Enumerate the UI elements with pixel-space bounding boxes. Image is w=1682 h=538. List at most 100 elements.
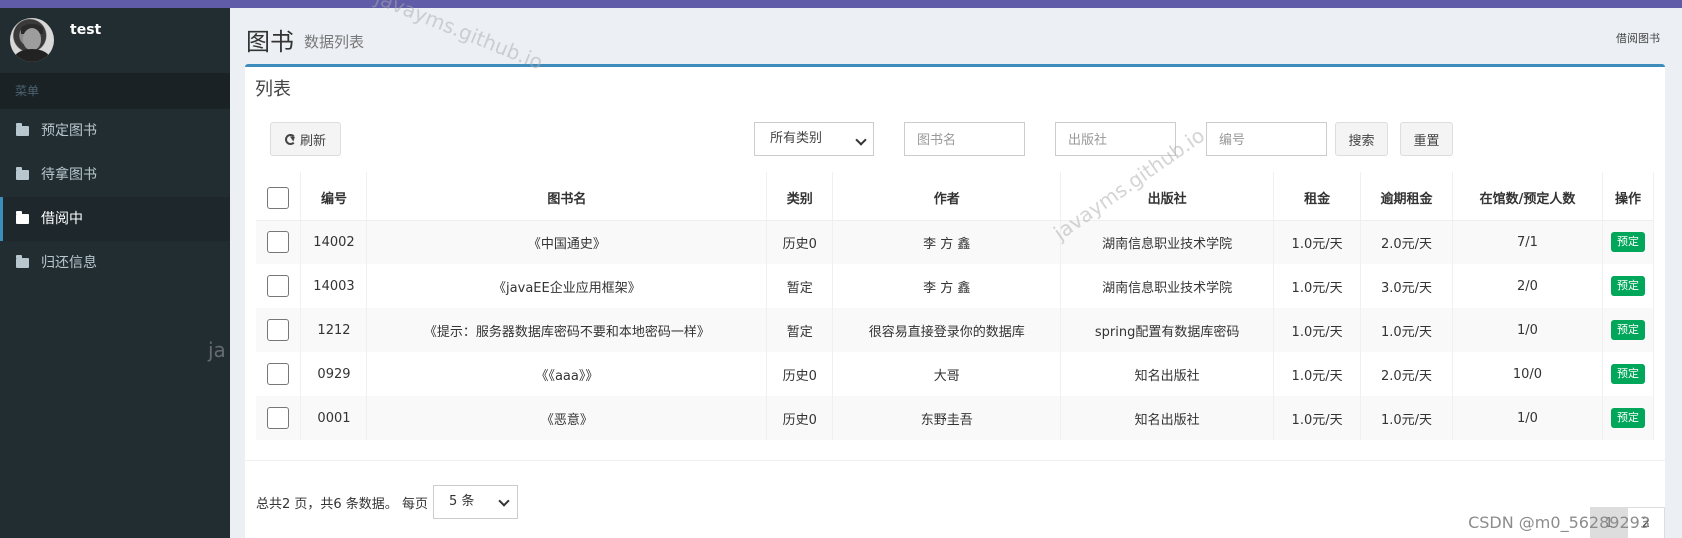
reserve-button[interactable]: 预定 (1610, 408, 1645, 428)
cell-name: 《javaEE企业应用框架》 (366, 264, 768, 308)
cell-name: 《提示：服务器数据库密码不要和本地密码一样》 (366, 308, 768, 352)
search-button[interactable]: 搜索 (1335, 122, 1388, 156)
cell-count: 7/1 (1452, 220, 1603, 264)
column-header-late-fee[interactable]: 逾期租金 (1360, 172, 1454, 221)
sidebar-item-label: 归还信息 (41, 255, 97, 271)
breadcrumb[interactable]: 借阅图书 (1616, 30, 1660, 46)
row-checkbox[interactable] (267, 407, 290, 429)
chevron-down-icon (498, 495, 510, 507)
cell-author: 很容易直接登录你的数据库 (832, 308, 1062, 352)
cell-action: 预定 (1602, 352, 1655, 396)
column-header-publisher[interactable]: 出版社 (1060, 172, 1275, 221)
cell-action: 预定 (1602, 396, 1655, 440)
row-checkbox[interactable] (267, 363, 290, 385)
cell-id: 0929 (300, 352, 368, 396)
page-size-value: 5 条 (448, 494, 475, 509)
cell-count: 1/0 (1452, 308, 1603, 352)
folder-icon (16, 255, 29, 268)
cell-id: 0001 (300, 396, 368, 440)
reserve-button[interactable]: 预定 (1610, 320, 1645, 340)
reset-button[interactable]: 重置 (1400, 122, 1453, 156)
row-checkbox-cell (256, 220, 302, 264)
content-header: 图书 数据列表 借阅图书 (230, 8, 1682, 66)
cell-category: 暂定 (766, 308, 834, 352)
cell-author: 东野圭吾 (832, 396, 1062, 440)
folder-icon (16, 211, 29, 224)
cell-late-fee: 3.0元/天 (1360, 264, 1454, 308)
column-header-rent[interactable]: 租金 (1273, 172, 1362, 221)
chevron-down-icon (855, 134, 867, 146)
table-row[interactable]: 1212 《提示：服务器数据库密码不要和本地密码一样》 暂定 很容易直接登录你的… (256, 308, 1655, 352)
column-header-id[interactable]: 编号 (300, 172, 368, 221)
table-row[interactable]: 14003 《javaEE企业应用框架》 暂定 李 方 鑫 湖南信息职业技术学院… (256, 264, 1655, 308)
folder-icon (16, 167, 29, 180)
cell-action: 预定 (1602, 308, 1655, 352)
table-row[interactable]: 14002 《中国通史》 历史0 李 方 鑫 湖南信息职业技术学院 1.0元/天… (256, 220, 1655, 264)
category-select[interactable]: 所有类别 (754, 122, 874, 156)
avatar[interactable] (10, 18, 54, 62)
books-table: 编号 图书名 类别 作者 出版社 租金 逾期租金 在馆数/预定人数 操作 140… (256, 172, 1655, 440)
publisher-input[interactable] (1055, 122, 1176, 156)
divider (245, 460, 1665, 461)
user-panel: test (0, 8, 230, 73)
refresh-button[interactable]: 刷新 (270, 122, 341, 156)
csdn-watermark: CSDN @m0_56289293 (1468, 513, 1650, 532)
cell-category: 暂定 (766, 264, 834, 308)
cell-publisher: 知名出版社 (1060, 352, 1275, 396)
sidebar-item-return-info[interactable]: 归还信息 (0, 241, 230, 285)
select-all-checkbox[interactable] (267, 186, 290, 209)
table-row[interactable]: 0001 《恶意》 历史0 东野圭吾 知名出版社 1.0元/天 1.0元/天 1… (256, 396, 1655, 440)
cell-late-fee: 2.0元/天 (1360, 352, 1454, 396)
sidebar-item-pending-books[interactable]: 待拿图书 (0, 153, 230, 197)
refresh-icon (284, 133, 296, 145)
table-row[interactable]: 0929 《《aaa》》 历史0 大哥 知名出版社 1.0元/天 2.0元/天 … (256, 352, 1655, 396)
cell-id: 1212 (300, 308, 368, 352)
row-checkbox[interactable] (267, 231, 290, 254)
top-bar (0, 0, 1682, 8)
page-title: 图书 (246, 28, 294, 56)
cell-author: 李 方 鑫 (832, 220, 1062, 264)
row-checkbox[interactable] (267, 319, 290, 341)
cell-id: 14002 (300, 220, 368, 264)
cell-late-fee: 1.0元/天 (1360, 308, 1454, 352)
cell-category: 历史0 (766, 396, 834, 440)
cell-category: 历史0 (766, 220, 834, 264)
category-select-value: 所有类别 (770, 131, 823, 146)
cell-rent: 1.0元/天 (1273, 220, 1362, 264)
refresh-label: 刷新 (299, 133, 326, 149)
cell-name: 《中国通史》 (366, 220, 768, 264)
column-header-action: 操作 (1602, 172, 1655, 221)
reserve-button[interactable]: 预定 (1610, 276, 1645, 296)
book-name-input[interactable] (904, 122, 1025, 156)
avatar-face (23, 28, 41, 50)
page-size-select[interactable]: 5 条 (432, 485, 518, 519)
column-header-name[interactable]: 图书名 (366, 172, 768, 221)
column-header-author[interactable]: 作者 (832, 172, 1062, 221)
cell-id: 14003 (300, 264, 368, 308)
sidebar-item-label: 待拿图书 (41, 167, 97, 183)
sidebar-item-reserve-books[interactable]: 预定图书 (0, 109, 230, 153)
list-box: 列表 刷新 所有类别 搜索 重置 编号 图书名 类别 作者 出版社 租金 逾期租… (245, 64, 1665, 538)
page-subtitle: 数据列表 (304, 33, 365, 51)
row-checkbox-cell (256, 352, 302, 396)
username: test (70, 22, 102, 38)
cell-rent: 1.0元/天 (1273, 352, 1362, 396)
cell-rent: 1.0元/天 (1273, 264, 1362, 308)
cell-name: 《恶意》 (366, 396, 768, 440)
row-checkbox[interactable] (267, 275, 290, 297)
pagination-info: 总共2 页，共6 条数据。 每页 5 条 (256, 485, 518, 519)
cell-action: 预定 (1602, 264, 1655, 308)
cell-count: 1/0 (1452, 396, 1603, 440)
reserve-button[interactable]: 预定 (1610, 232, 1645, 253)
column-header-count[interactable]: 在馆数/预定人数 (1452, 172, 1603, 221)
reserve-button[interactable]: 预定 (1610, 364, 1645, 384)
cell-author: 大哥 (832, 352, 1062, 396)
folder-icon (16, 123, 29, 136)
table-header-row: 编号 图书名 类别 作者 出版社 租金 逾期租金 在馆数/预定人数 操作 (256, 172, 1655, 221)
row-checkbox-cell (256, 264, 302, 308)
box-title: 列表 (255, 79, 291, 100)
book-id-input[interactable] (1206, 122, 1327, 156)
column-header-category[interactable]: 类别 (766, 172, 834, 221)
row-checkbox-cell (256, 308, 302, 352)
sidebar-item-borrowing[interactable]: 借阅中 (0, 197, 230, 241)
